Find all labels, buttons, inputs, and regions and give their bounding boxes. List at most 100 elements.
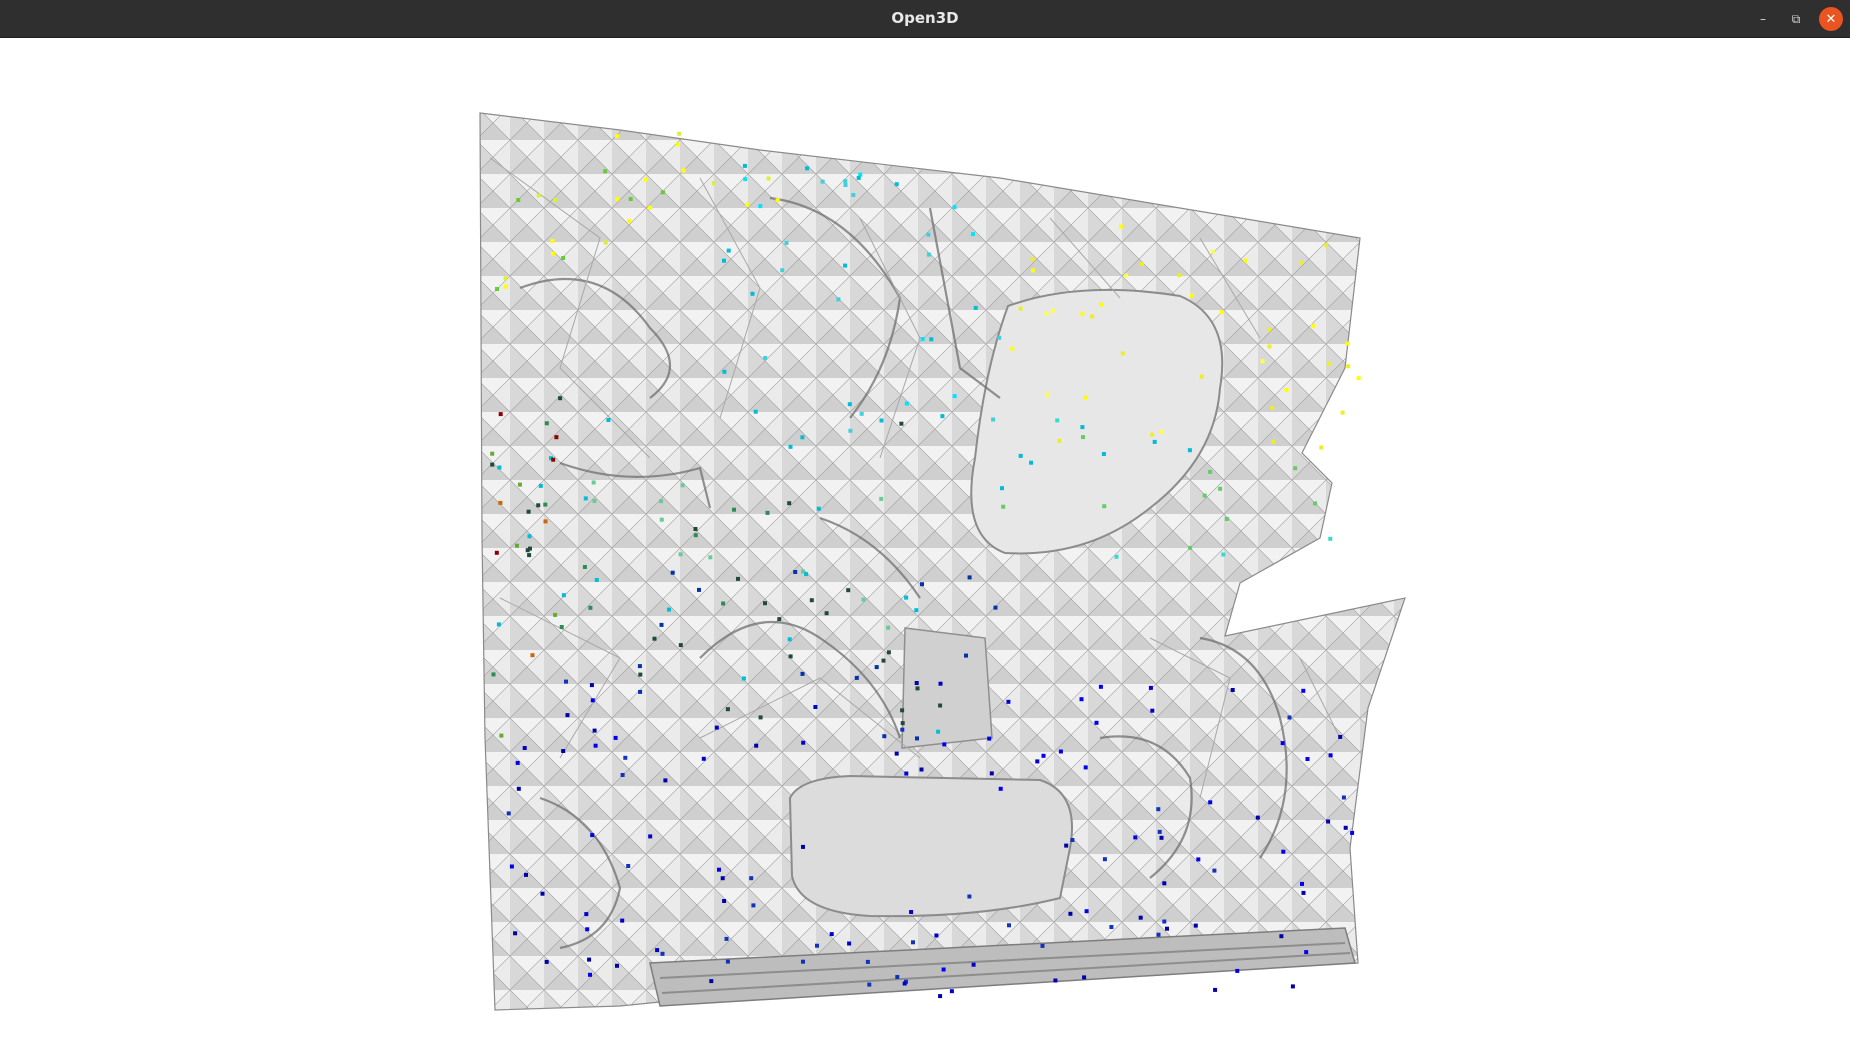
point <box>1190 293 1194 298</box>
point <box>1280 741 1285 746</box>
point <box>787 637 792 642</box>
point <box>1188 545 1193 550</box>
point <box>900 721 905 726</box>
point <box>1219 310 1224 315</box>
point <box>538 483 543 488</box>
point <box>1040 943 1045 948</box>
point <box>522 746 527 750</box>
point <box>1099 302 1104 307</box>
point <box>724 936 729 941</box>
point <box>843 183 848 187</box>
point <box>847 402 852 407</box>
point <box>1356 376 1361 381</box>
point <box>998 786 1003 791</box>
point <box>765 510 770 515</box>
point <box>736 576 740 581</box>
point <box>551 457 556 462</box>
point <box>993 605 998 610</box>
point <box>725 959 730 964</box>
point <box>717 867 721 872</box>
point <box>722 899 727 903</box>
point <box>553 612 558 617</box>
point <box>1208 469 1213 474</box>
point <box>787 501 792 506</box>
point <box>1162 919 1167 924</box>
point <box>561 749 566 753</box>
point <box>1196 857 1201 862</box>
point <box>1326 819 1331 824</box>
point <box>498 500 503 505</box>
point <box>637 664 642 669</box>
point <box>559 625 564 629</box>
point <box>1301 688 1306 693</box>
point <box>1109 925 1114 929</box>
point <box>1343 825 1348 830</box>
point <box>554 435 559 440</box>
point <box>851 193 856 197</box>
point <box>530 653 535 658</box>
point <box>495 287 499 291</box>
point <box>544 959 549 964</box>
point <box>655 948 660 953</box>
point <box>1000 486 1004 491</box>
point <box>1350 830 1355 835</box>
app-window: Open3D – ⧉ ✕ <box>0 0 1850 1055</box>
point <box>680 483 685 488</box>
point <box>720 876 725 881</box>
minimize-button[interactable]: – <box>1751 7 1775 31</box>
point <box>1035 759 1040 764</box>
point <box>1301 890 1306 895</box>
point <box>1057 438 1062 443</box>
point <box>594 578 599 582</box>
point <box>1338 734 1343 739</box>
point <box>777 617 782 622</box>
point <box>697 587 701 592</box>
point <box>644 177 649 182</box>
point <box>588 605 593 610</box>
point <box>517 482 522 487</box>
point <box>509 864 514 869</box>
point <box>1243 258 1248 263</box>
point <box>940 414 945 419</box>
point <box>914 681 919 685</box>
point <box>593 743 598 748</box>
3d-viewport[interactable] <box>0 38 1850 1055</box>
point <box>606 418 611 422</box>
point <box>934 933 939 938</box>
point <box>938 994 943 999</box>
point <box>788 654 793 659</box>
point <box>1140 262 1144 267</box>
point <box>711 181 716 186</box>
point <box>592 728 597 733</box>
point <box>590 698 595 703</box>
point <box>524 872 528 877</box>
point <box>882 734 887 739</box>
point <box>589 683 594 688</box>
point <box>536 503 541 508</box>
point <box>793 570 798 574</box>
point <box>603 240 608 245</box>
point <box>809 598 814 603</box>
point <box>660 190 665 195</box>
point <box>693 533 698 538</box>
point <box>620 773 625 777</box>
point <box>1305 757 1310 761</box>
title-bar[interactable]: Open3D – ⧉ ✕ <box>0 0 1850 38</box>
close-button[interactable]: ✕ <box>1819 7 1843 31</box>
point <box>926 252 931 257</box>
point <box>1210 249 1215 254</box>
point <box>820 179 825 184</box>
point <box>904 771 909 776</box>
point <box>550 239 555 243</box>
point <box>1070 838 1075 842</box>
maximize-button[interactable]: ⧉ <box>1784 7 1808 31</box>
point <box>1079 697 1084 702</box>
point <box>677 131 682 136</box>
point <box>915 736 919 741</box>
point <box>544 421 549 426</box>
point <box>628 197 633 201</box>
point <box>909 910 914 914</box>
point <box>1279 934 1284 939</box>
point <box>751 903 756 908</box>
mesh-lower-box <box>788 774 1073 918</box>
